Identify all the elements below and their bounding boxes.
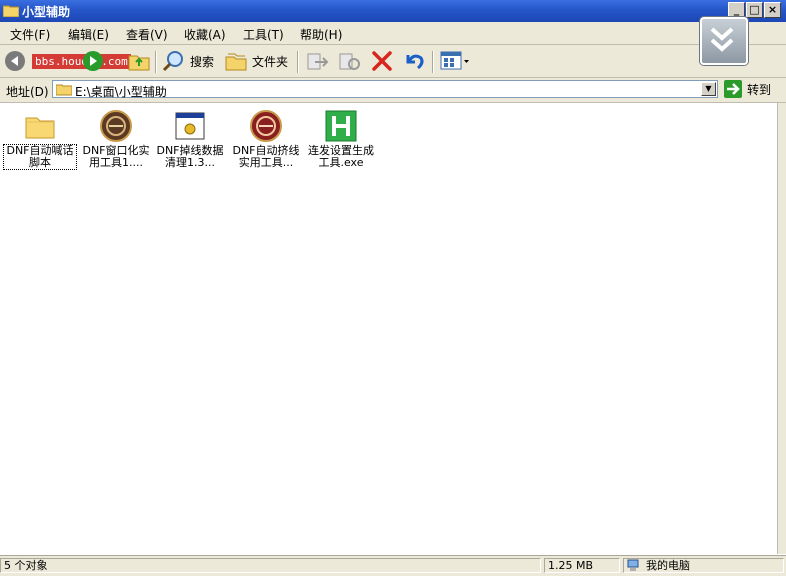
file-name: DNF窗口化实用工具1.... (82, 144, 150, 169)
file-name: DNF自动挤线实用工具... (232, 144, 300, 169)
search-icon (162, 51, 183, 72)
file-item[interactable]: DNF掉线数据清理1.3... (154, 109, 226, 169)
address-bar: 地址(D) E:\桌面\小型辅助 ▼ 转到 (0, 78, 786, 103)
go-button[interactable]: 转到 (724, 80, 771, 98)
up-folder-icon (128, 55, 150, 71)
status-size: 1.25 MB (544, 558, 620, 573)
move-to-button[interactable] (305, 49, 329, 73)
folder-icon (56, 84, 72, 96)
menu-favorites[interactable]: 收藏(A) (184, 26, 226, 43)
folders-button[interactable]: 文件夹 (224, 49, 288, 73)
address-dropdown-button[interactable]: ▼ (701, 82, 716, 96)
toolbar-separator (155, 51, 157, 73)
search-button[interactable]: 搜索 (162, 49, 214, 73)
up-folder-button[interactable] (128, 49, 150, 73)
folder-icon (25, 117, 55, 139)
h-app-icon (325, 110, 357, 142)
back-arrow-icon (5, 51, 25, 71)
folders-label: 文件夹 (252, 54, 289, 69)
delete-button[interactable] (370, 49, 394, 73)
menu-help[interactable]: 帮助(H) (300, 26, 342, 43)
dnf-app-icon (100, 110, 132, 142)
status-location: 我的电脑 (623, 558, 784, 573)
menu-file[interactable]: 文件(F) (10, 26, 50, 43)
copy-to-icon (339, 53, 360, 70)
move-to-icon (307, 53, 329, 70)
file-item[interactable]: DNF自动挤线实用工具... (230, 109, 302, 169)
download-widget[interactable] (700, 17, 748, 65)
vertical-scrollbar[interactable] (777, 103, 786, 554)
back-button[interactable] (4, 49, 26, 73)
title-bar[interactable]: 小型辅助 _ □ × (0, 0, 786, 22)
close-button[interactable]: × (764, 2, 781, 18)
folders-icon (225, 53, 247, 71)
status-object-count: 5 个对象 (0, 558, 541, 573)
my-computer-icon (627, 559, 639, 571)
file-view[interactable]: DNF自动喊话脚本 DNF窗口化实用工具1.... DNF掉线数据清理1.3..… (0, 103, 778, 554)
toolbar: bbs.houdao.com 搜索 文件夹 (0, 45, 786, 78)
address-label: 地址(D) (6, 85, 49, 99)
search-label: 搜索 (190, 54, 215, 69)
status-bar: 5 个对象 1.25 MB 我的电脑 (0, 555, 786, 576)
dnf-app-icon (250, 110, 282, 142)
forward-arrow-icon (83, 51, 103, 71)
window-title: 小型辅助 (22, 5, 71, 19)
address-path: E:\桌面\小型辅助 (75, 85, 167, 99)
file-item[interactable]: 连发设置生成工具.exe (305, 109, 377, 169)
views-icon (440, 51, 469, 70)
forward-button[interactable] (82, 49, 104, 73)
address-input[interactable]: E:\桌面\小型辅助 ▼ (52, 80, 718, 99)
menu-view[interactable]: 查看(V) (126, 26, 168, 43)
folder-icon (3, 5, 19, 17)
menu-bar: 文件(F) 编辑(E) 查看(V) 收藏(A) 工具(T) 帮助(H) (0, 22, 786, 62)
undo-button[interactable] (402, 49, 426, 73)
go-arrow-icon (724, 80, 742, 98)
menu-edit[interactable]: 编辑(E) (68, 26, 109, 43)
file-item[interactable]: DNF自动喊话脚本 (3, 109, 77, 170)
go-label: 转到 (747, 82, 772, 97)
file-item[interactable]: DNF窗口化实用工具1.... (80, 109, 152, 169)
delete-x-icon (372, 51, 392, 71)
toolbar-separator (432, 51, 434, 73)
undo-icon (406, 54, 424, 70)
menu-tools[interactable]: 工具(T) (243, 26, 284, 43)
file-name: DNF掉线数据清理1.3... (156, 144, 224, 169)
maximize-button[interactable]: □ (746, 2, 763, 18)
window-app-icon (175, 112, 205, 140)
views-button[interactable] (440, 49, 470, 73)
file-name: DNF自动喊话脚本 (3, 144, 77, 170)
copy-to-button[interactable] (337, 49, 361, 73)
status-location-label: 我的电脑 (646, 559, 690, 572)
double-chevron-down-icon (710, 27, 734, 52)
toolbar-separator (297, 51, 299, 73)
file-name: 连发设置生成工具.exe (308, 144, 374, 169)
minimize-button[interactable]: _ (728, 2, 745, 18)
